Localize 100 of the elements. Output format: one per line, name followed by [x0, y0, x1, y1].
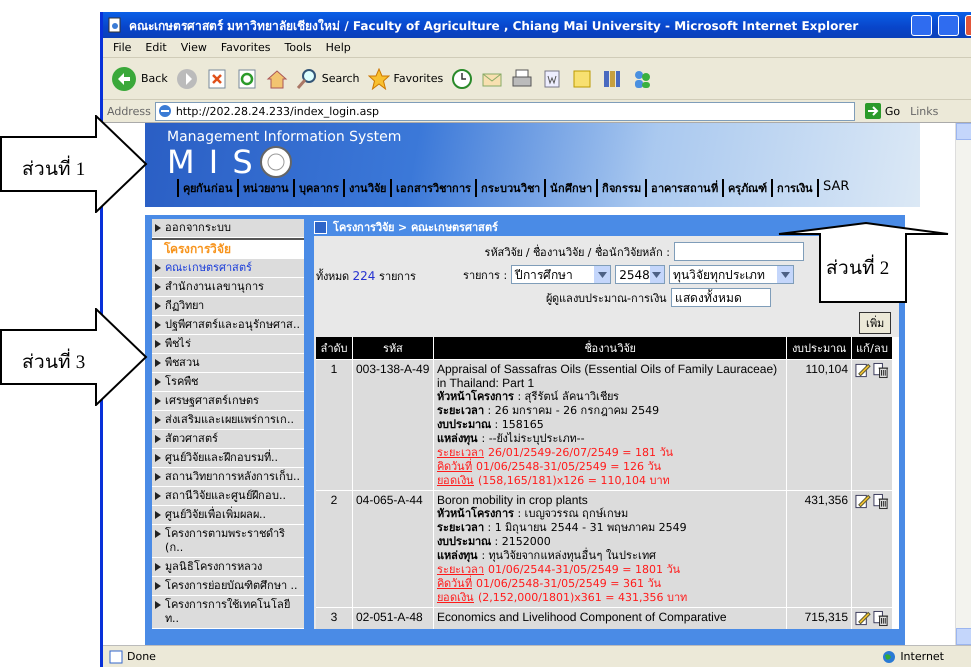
table-cell: 1 [316, 360, 352, 490]
sidebar-item[interactable]: สถานวิทยาการหลังการเก็บ.. [152, 468, 304, 487]
edit-icon[interactable] [855, 362, 871, 379]
column-header: ลำดับ [316, 337, 352, 359]
nav-link[interactable]: คุยกันก่อน [177, 179, 237, 197]
nav-link[interactable]: การเงิน [771, 179, 817, 197]
delete-icon[interactable] [873, 362, 889, 379]
go-button[interactable]: Go [858, 103, 906, 119]
nav-link[interactable]: เอกสารวิชาการ [390, 179, 475, 197]
nav-link[interactable]: อาคารสถานที่ [645, 179, 722, 197]
sidebar-item[interactable]: ออกจากระบบ [152, 219, 304, 238]
bullet-icon [155, 563, 161, 571]
delete-icon[interactable] [873, 493, 889, 510]
total-count: ทั้งหมด 224 รายการ [316, 268, 417, 285]
menu-item[interactable]: Edit [145, 41, 167, 54]
calc-text: 01/06/2548-31/05/2549 = 126 วัน [476, 460, 662, 474]
sidebar-heading: โครงการวิจัย [152, 240, 304, 259]
callout-label: ส่วนที่ 3 [22, 346, 86, 376]
bullet-icon [155, 492, 161, 500]
home-icon[interactable] [266, 68, 288, 90]
detail-line: ระยะเวลา : 26 มกราคม - 26 กรกฎาคม 2549 [437, 404, 660, 418]
callout-label: ส่วนที่ 1 [22, 153, 86, 183]
stop-icon[interactable] [206, 68, 228, 90]
back-button[interactable]: Back [111, 66, 168, 92]
sidebar-item[interactable]: สัตวศาสตร์ [152, 430, 304, 449]
breadcrumb: โครงการวิจัย > คณะเกษตรศาสตร์ [333, 220, 498, 236]
dropdown[interactable]: ปีการศึกษา [511, 265, 612, 284]
bullet-icon [155, 340, 161, 348]
status-text: Done [109, 650, 156, 664]
sidebar-item[interactable]: มูลนิธิโครงการหลวง [152, 558, 304, 577]
sidebar-item[interactable]: ส่งเสริมและเผยแพร่การเก.. [152, 411, 304, 430]
delete-icon[interactable] [873, 610, 889, 627]
star-icon [368, 68, 390, 90]
site-logo: M I S [167, 145, 255, 179]
sidebar-item[interactable]: กีฏวิทยา [152, 297, 304, 316]
search-button[interactable]: Search [296, 68, 360, 90]
maximize-button[interactable] [938, 14, 959, 36]
bullet-icon [155, 302, 161, 310]
column-header: รหัส [353, 337, 433, 359]
project-title: Boron mobility in crop plants [437, 493, 589, 507]
detail-line: แหล่งทุน : ทุนวิจัยจากแหล่งทุนอื่นๆ ในประเทศ [437, 549, 658, 563]
caret-icon [652, 272, 662, 278]
nav-link[interactable]: กระบวนวิชา [475, 179, 544, 197]
sidebar-item[interactable]: เศรษฐศาสตร์เกษตร [152, 392, 304, 411]
project-title: Appraisal of Sassafras Oils (Essential Oils of Family Lauraceae) in Thailand: Part 1 [437, 362, 778, 390]
nav-link[interactable]: หน่วยงาน [237, 179, 293, 197]
print-icon[interactable] [511, 68, 534, 90]
sidebar-item[interactable]: สถานีวิจัยและศูนย์ฝึกอบ.. [152, 487, 304, 506]
sidebar-item[interactable]: พืชไร่ [152, 335, 304, 354]
dropdown[interactable]: ทุนวิจัยทุกประเภท [669, 265, 794, 284]
nav-link[interactable]: กิจกรรม [596, 179, 645, 197]
sidebar-item[interactable]: ศูนย์วิจัยเพื่อเพิ่มผลผ.. [152, 506, 304, 525]
links-label[interactable]: Links [910, 104, 938, 118]
sidebar-item[interactable]: พืชสวน [152, 354, 304, 373]
globe-icon [882, 650, 896, 664]
table-cell: 3 [316, 608, 352, 629]
manager-dropdown[interactable]: แสดงทั้งหมด [670, 288, 771, 307]
sidebar-item[interactable]: ปฐพีศาสตร์และอนุรักษศาส.. [152, 316, 304, 335]
menu-item[interactable]: Tools [284, 41, 312, 54]
scrollbar[interactable] [955, 123, 971, 645]
sidebar-item[interactable]: ศูนย์วิจัยและฝึกอบรมที่.. [152, 449, 304, 468]
menu-item[interactable]: File [113, 41, 132, 54]
refresh-icon[interactable] [236, 68, 258, 90]
nav-link[interactable]: นักศึกษา [544, 179, 596, 197]
caret-icon [780, 272, 790, 278]
bullet-icon [155, 416, 161, 424]
calc-text: (2,152,000/1801)x361 = 431,356 บาท [478, 591, 687, 605]
menu-item[interactable]: Help [326, 41, 351, 54]
favorites-button[interactable]: Favorites [368, 68, 444, 90]
bullet-icon [155, 397, 161, 405]
add-button[interactable]: เพิ่ม [859, 312, 891, 334]
search-label: รหัสวิจัย / ชื่องานวิจัย / ชื่อนักวิจัยหลัก : [484, 244, 670, 260]
search-field[interactable] [674, 242, 804, 261]
address-field[interactable]: http://202.28.24.233/index_login.asp [154, 102, 855, 120]
menu-item[interactable]: Favorites [220, 41, 271, 54]
zone-label: Internet [882, 650, 944, 664]
edit-icon[interactable] [855, 610, 871, 627]
nav-link[interactable]: งานวิจัย [343, 179, 390, 197]
sidebar-item[interactable]: สำนักงานเลขานุการ [152, 278, 304, 297]
sidebar-item[interactable]: คณะเกษตรศาสตร์ [152, 259, 304, 278]
manager-label: ผู้ดูแลงบประมาณ-การเงิน [546, 290, 667, 306]
sidebar-item[interactable]: โครงการย่อยบัณฑิตศึกษา .. [152, 577, 304, 596]
sidebar-item[interactable]: โรคพืช [152, 373, 304, 392]
address-label: Address [107, 104, 151, 118]
sidebar-item[interactable]: โครงการการใช้เทคโนโลยี ท.. [152, 596, 304, 629]
calc-text: (158,165/181)x126 = 110,104 บาท [478, 474, 670, 488]
seal-icon [258, 145, 293, 179]
sidebar-item[interactable]: โครงการตามพระราชดำริ (ก.. [152, 525, 304, 558]
edit-icon[interactable] [855, 493, 871, 510]
dropdown[interactable]: 2548 [615, 265, 666, 284]
detail-line: งบประมาณ : 158165 [437, 418, 545, 432]
bullet-icon [155, 378, 161, 386]
menu-item[interactable]: View [180, 41, 207, 54]
nav-link[interactable]: บุคลากร [293, 179, 343, 197]
nav-link[interactable]: SAR [817, 179, 854, 197]
nav-link[interactable]: ครุภัณฑ์ [722, 179, 771, 197]
calc-text: 01/06/2548-31/05/2549 = 361 วัน [476, 577, 662, 591]
column-header: งบประมาณ [787, 337, 851, 359]
minimize-button[interactable] [911, 14, 932, 36]
history-icon[interactable] [451, 68, 474, 90]
